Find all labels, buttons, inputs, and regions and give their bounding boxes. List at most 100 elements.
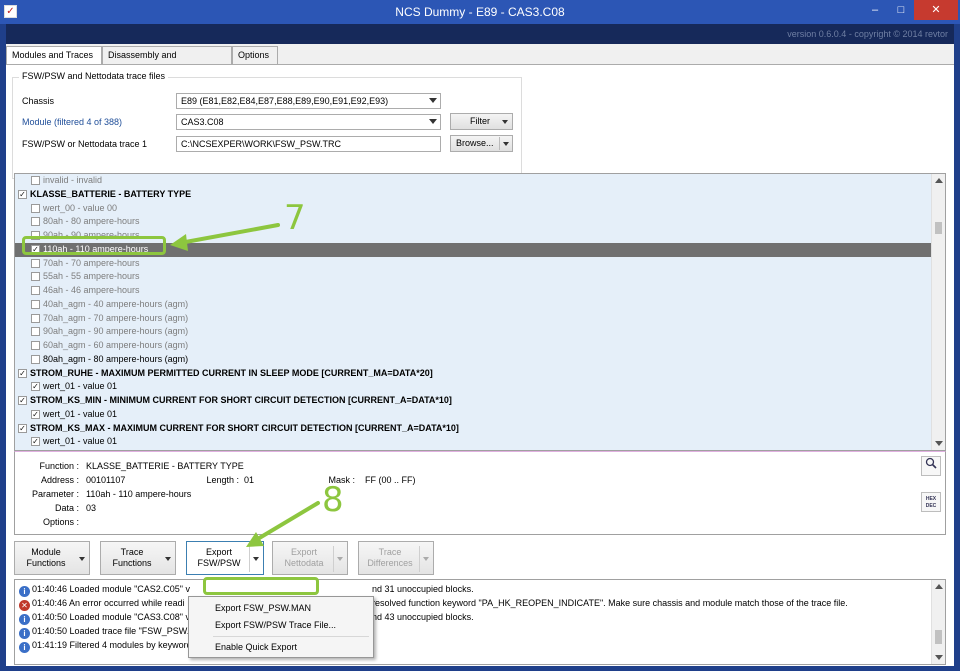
window-title: NCS Dummy - E89 - CAS3.C08 [395, 5, 565, 19]
dropdown-icon [423, 557, 429, 561]
tree-row[interactable]: 40ah_agm - 40 ampere-hours (agm) [15, 298, 933, 312]
tree-row[interactable]: ✓ STROM_KS_MAX - MAXIMUM CURRENT FOR SHOR… [15, 422, 933, 436]
hex-dec-icon[interactable]: HEX DEC [921, 492, 941, 512]
chassis-combo[interactable]: E89 (E81,E82,E84,E87,E88,E89,E90,E91,E92… [176, 93, 441, 109]
tree-checkbox[interactable] [31, 327, 40, 337]
scroll-down-icon[interactable] [935, 655, 943, 660]
tree-row[interactable]: 60ah_agm - 60 ampere-hours (agm) [15, 339, 933, 353]
tree-checkbox[interactable]: ✓ [31, 409, 40, 419]
scroll-thumb[interactable] [935, 630, 942, 644]
annotation-step-8: 8 [322, 480, 344, 520]
tree-checkbox[interactable] [31, 272, 40, 282]
chevron-down-icon [429, 98, 437, 103]
tree-checkbox[interactable] [31, 203, 40, 213]
tree-checkbox[interactable]: ✓ [31, 382, 40, 392]
trace-functions-button[interactable]: Trace Functions [100, 541, 176, 575]
maximize-button[interactable]: □ [888, 0, 914, 20]
highlight-selected-row [22, 236, 166, 255]
tree-row-label: 80ah - 80 ampere-hours [43, 216, 140, 227]
tree-checkbox[interactable] [31, 176, 40, 185]
tab-disassembly[interactable]: Disassembly and Checksums [102, 46, 232, 77]
export-fswpsw-line2: FSW/PSW [197, 558, 241, 568]
export-nettodata-button[interactable]: Export Nettodata [272, 541, 348, 575]
menu-item-quick-export[interactable]: Enable Quick Export [191, 639, 371, 655]
trace-path-input[interactable]: C:\NCSEXPER\WORK\FSW_PSW.TRC [176, 136, 441, 152]
scroll-thumb[interactable] [935, 222, 942, 234]
filter-button[interactable]: Filter [450, 113, 513, 130]
tree-checkbox[interactable] [31, 354, 40, 364]
tree-checkbox[interactable]: ✓ [31, 437, 40, 447]
module-label: Module (filtered 4 of 388) [22, 117, 123, 127]
tree-checkbox[interactable] [31, 217, 40, 227]
tree-row[interactable]: 80ah - 80 ampere-hours [15, 215, 933, 229]
tree-row-label: 80ah_agm - 80 ampere-hours (agm) [43, 353, 189, 364]
log-pane[interactable]: i 01:40:46 Loaded module "CAS2.C05" v nd 3… [14, 579, 946, 665]
filter-label: Filter [470, 116, 490, 126]
tree-row[interactable]: ✓ STROM_KS_MIN - MINIMUM CURRENT FOR SHOR… [15, 394, 933, 408]
tree-row[interactable]: wert_00 - value 00 [15, 202, 933, 216]
log-scrollbar[interactable] [931, 580, 945, 664]
length-label: Length : [206, 475, 239, 485]
tree-row[interactable]: 55ah - 55 ampere-hours [15, 270, 933, 284]
tree-row[interactable]: 80ah_agm - 80 ampere-hours (agm) [15, 353, 933, 367]
tree-checkbox[interactable] [31, 258, 40, 268]
tree-row[interactable]: ✓ wert_01 - value 01 [15, 380, 933, 394]
export-fswpsw-line1: Export [205, 547, 232, 557]
split-divider [499, 137, 500, 150]
length-value: 01 [244, 475, 255, 485]
module-functions-button[interactable]: Module Functions [14, 541, 90, 575]
browse-button[interactable]: Browse... [450, 135, 513, 152]
minimize-button[interactable]: ‒ [862, 0, 888, 20]
mask-value: FF (00 .. FF) [365, 475, 416, 485]
module-combo[interactable]: CAS3.C08 [176, 114, 441, 130]
tree-checkbox[interactable]: ✓ [18, 189, 27, 199]
trace-differences-button[interactable]: Trace Differences [358, 541, 434, 575]
version-bar: version 0.6.0.4 - copyright © 2014 revto… [6, 24, 954, 44]
client-area: Modules and Traces Disassembly and Check… [6, 44, 954, 666]
tree-checkbox[interactable] [31, 286, 40, 295]
log-text-tail: resolved function keyword "PA_HK_REOPEN_… [372, 598, 848, 608]
tab-options[interactable]: Options [232, 46, 278, 64]
log-text: 01:41:19 Filtered 4 modules by keyword. [32, 640, 195, 650]
tree-row-label: wert_00 - value 00 [43, 202, 118, 213]
module-functions-line1: Module [31, 547, 61, 557]
scroll-down-icon[interactable] [935, 441, 943, 446]
address-value: 00101107 [86, 475, 126, 485]
tree-checkbox[interactable] [31, 313, 40, 323]
tree-checkbox[interactable]: ✓ [18, 423, 27, 433]
tree-row-label: wert_01 - value 01 [43, 408, 118, 419]
tree-checkbox[interactable]: ✓ [18, 396, 27, 405]
tree-row[interactable]: 46ah - 46 ampere-hours [15, 284, 933, 298]
tree-row-label: KLASSE_BATTERIE - BATTERY TYPE [30, 188, 192, 199]
tree-checkbox[interactable]: ✓ [18, 368, 27, 378]
tree-row[interactable]: invalid - invalid [15, 174, 933, 188]
tree-row[interactable]: 90ah_agm - 90 ampere-hours (agm) [15, 325, 933, 339]
tab-modules-and-traces[interactable]: Modules and Traces [6, 46, 102, 65]
function-label: Function : [39, 461, 79, 471]
menu-item-export-trace[interactable]: Export FSW/PSW Trace File... [191, 617, 371, 633]
dropdown-icon [337, 557, 343, 561]
search-icon[interactable] [921, 456, 941, 476]
log-text: 01:40:46 Loaded module "CAS2.C05" v [32, 584, 190, 594]
tree-row[interactable]: ✓ KLASSE_BATTERIE - BATTERY TYPE [15, 188, 933, 202]
tree-scrollbar[interactable] [931, 174, 945, 450]
dropdown-icon [253, 557, 259, 561]
scroll-up-icon[interactable] [935, 178, 943, 183]
menu-item-export-man[interactable]: Export FSW_PSW.MAN [191, 600, 371, 616]
tree-row[interactable]: ✓ wert_01 - value 01 [15, 408, 933, 422]
function-tree[interactable]: ✓ wert_01 - value 01 ✓ STROM_KS_MAX - MAXIM… [14, 173, 946, 451]
close-button[interactable]: ✕ [914, 0, 958, 20]
tree-row[interactable]: ✓ wert_01 - value 01 [15, 435, 933, 449]
tree-row-label: 40ah_agm - 40 ampere-hours (agm) [43, 298, 189, 309]
menu-separator [213, 636, 369, 637]
tree-checkbox[interactable] [31, 341, 40, 350]
trace-differences-line1: Trace [378, 547, 402, 557]
trace-path-value: C:\NCSEXPER\WORK\FSW_PSW.TRC [181, 139, 342, 149]
tree-row[interactable]: 70ah_agm - 70 ampere-hours (agm) [15, 312, 933, 326]
tree-checkbox[interactable] [31, 299, 40, 309]
export-fswpsw-button[interactable]: Export FSW/PSW [186, 541, 264, 575]
tree-row[interactable]: 70ah - 70 ampere-hours [15, 257, 933, 271]
tree-row[interactable]: ✓ STROM_RUHE - MAXIMUM PERMITTED CURRENT … [15, 367, 933, 381]
scroll-up-icon[interactable] [935, 584, 943, 589]
parameter-label: Parameter : [31, 489, 79, 499]
